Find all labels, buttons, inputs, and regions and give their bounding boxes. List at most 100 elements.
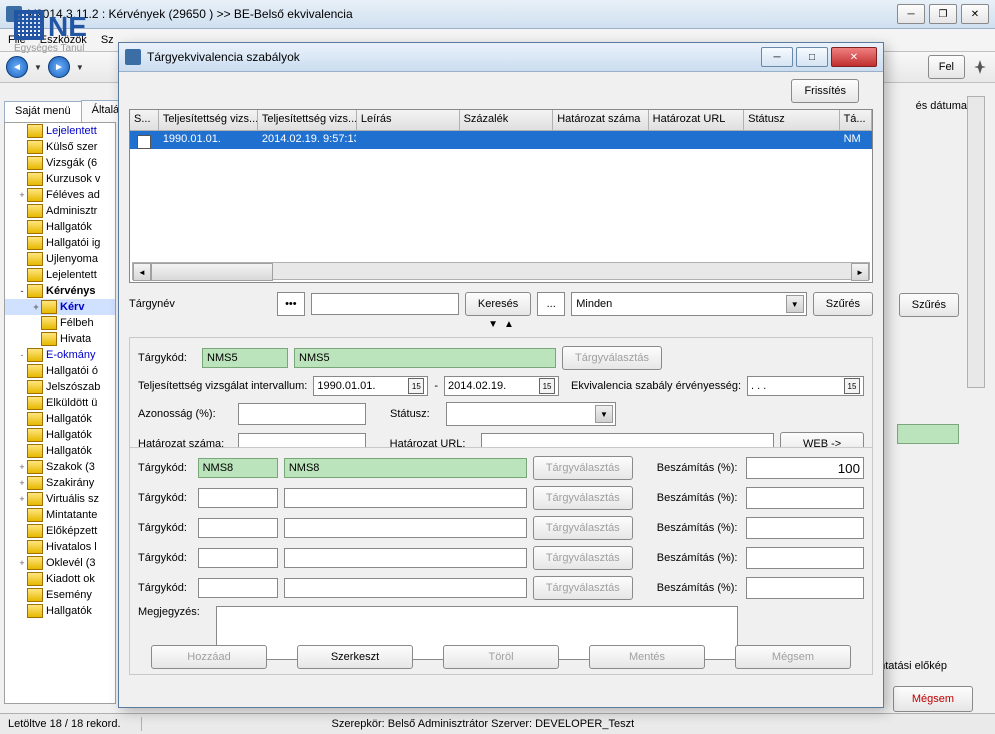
grid-scrollbar-h[interactable]: ◄ ►	[132, 262, 870, 280]
tree-expand-icon[interactable]: +	[31, 302, 41, 312]
search-input[interactable]	[311, 293, 459, 315]
grid-header[interactable]: Leírás	[357, 110, 460, 130]
targyvalasztas-button[interactable]: Tárgyválasztás	[562, 346, 662, 370]
tree-item[interactable]: Hallgatók	[5, 219, 115, 235]
delete-button[interactable]: Töröl	[443, 645, 559, 669]
grid-header[interactable]: Százalék	[460, 110, 554, 130]
calendar-icon[interactable]: 15	[844, 378, 860, 394]
tab-own-menu[interactable]: Saját menü	[4, 101, 82, 123]
targyvalasztas-button[interactable]: Tárgyválasztás	[533, 456, 633, 480]
tree-item[interactable]: Hallgatók	[5, 443, 115, 459]
tree-item[interactable]: Adminisztr	[5, 203, 115, 219]
add-button[interactable]: Hozzáad	[151, 645, 267, 669]
grid-cell[interactable]: 2014.02.19. 9:57:13	[258, 131, 357, 149]
scroll-left-icon[interactable]: ◄	[133, 263, 151, 281]
edit-button[interactable]: Szerkeszt	[297, 645, 413, 669]
targyvalasztas-button[interactable]: Tárgyválasztás	[533, 576, 633, 600]
targyvalasztas-button[interactable]: Tárgyválasztás	[533, 516, 633, 540]
dialog-minimize-button[interactable]: ─	[761, 47, 793, 67]
search-button[interactable]: Keresés	[465, 292, 531, 316]
grid-cell[interactable]	[357, 131, 460, 149]
grid-cell[interactable]	[553, 131, 648, 149]
dialog-maximize-button[interactable]: □	[796, 47, 828, 67]
tree-item[interactable]: -Kérvénys	[5, 283, 115, 299]
minimize-button[interactable]: ─	[897, 4, 925, 24]
tree-item[interactable]: Hallgatók	[5, 427, 115, 443]
tree-item[interactable]: Hivata	[5, 331, 115, 347]
nav-back-drop-icon[interactable]: ▼	[34, 63, 42, 72]
tree-item[interactable]: +Virtuális sz	[5, 491, 115, 507]
grid-cell[interactable]	[744, 131, 839, 149]
tree-item[interactable]: Hallgatói ó	[5, 363, 115, 379]
tree-item[interactable]: Félbeh	[5, 315, 115, 331]
grid-cell[interactable]: 1990.01.01.	[159, 131, 258, 149]
nav-forward-button[interactable]: ►	[48, 56, 70, 78]
target-name[interactable]	[284, 488, 527, 508]
tree-item[interactable]: Esemény	[5, 587, 115, 603]
tree-item[interactable]: +Féléves ad	[5, 187, 115, 203]
target-code[interactable]	[198, 578, 278, 598]
ekv-date-input[interactable]: . . . 15	[747, 376, 864, 396]
tree-item[interactable]: Jelszószab	[5, 379, 115, 395]
grid-header[interactable]: Határozat URL	[649, 110, 744, 130]
tree-expand-icon[interactable]: +	[17, 558, 27, 568]
targyvalasztas-button[interactable]: Tárgyválasztás	[533, 546, 633, 570]
tree-item[interactable]: Hallgatók	[5, 603, 115, 619]
dialog-close-button[interactable]: ✕	[831, 47, 877, 67]
rules-grid[interactable]: S...Teljesítettség vizs...Teljesítettség…	[129, 109, 873, 283]
tree-item[interactable]: +Oklevél (3	[5, 555, 115, 571]
grid-header[interactable]: Teljesítettség vizs...	[258, 110, 357, 130]
tree-item[interactable]: +Szakok (3	[5, 459, 115, 475]
bg-scrollbar-v[interactable]	[967, 96, 985, 388]
tree-item[interactable]: Kiadott ok	[5, 571, 115, 587]
calendar-icon[interactable]: 15	[408, 378, 424, 394]
tree-item[interactable]: Előképzett	[5, 523, 115, 539]
tree-item[interactable]: Külső szer	[5, 139, 115, 155]
grid-cell[interactable]	[130, 131, 159, 149]
tree-item[interactable]: +Kérv	[5, 299, 115, 315]
tree-item[interactable]: Kurzusok v	[5, 171, 115, 187]
collapse-icon[interactable]: ▼	[488, 319, 498, 333]
grid-cell[interactable]	[460, 131, 554, 149]
tree-item[interactable]: Hallgatói ig	[5, 235, 115, 251]
grid-header[interactable]: S...	[130, 110, 159, 130]
save-button[interactable]: Mentés	[589, 645, 705, 669]
calendar-icon[interactable]: 15	[539, 378, 555, 394]
tree-expand-icon[interactable]: +	[17, 494, 27, 504]
nav-back-button[interactable]: ◄	[6, 56, 28, 78]
scroll-thumb[interactable]	[151, 263, 273, 281]
tree-item[interactable]: Mintatante	[5, 507, 115, 523]
tree-expand-icon[interactable]: -	[17, 286, 27, 296]
tree-expand-icon[interactable]: +	[17, 478, 27, 488]
tree-item[interactable]: Elküldött ü	[5, 395, 115, 411]
grid-header[interactable]: Teljesítettség vizs...	[159, 110, 258, 130]
nav-tree[interactable]: LejelentettKülső szerVizsgák (6Kurzusok …	[4, 122, 116, 704]
tree-expand-icon[interactable]: -	[17, 350, 27, 360]
tree-item[interactable]: Ujlenyoma	[5, 251, 115, 267]
cancel-button[interactable]: Mégsem	[735, 645, 851, 669]
date-to-input[interactable]: 2014.02.19. 15	[444, 376, 559, 396]
tree-expand-icon[interactable]: +	[17, 462, 27, 472]
pin-icon[interactable]	[971, 58, 989, 76]
bg-filter-button[interactable]: Szűrés	[899, 293, 959, 317]
grid-header[interactable]: Tá...	[840, 110, 872, 130]
beszamitas-input[interactable]	[746, 577, 864, 599]
beszamitas-input[interactable]	[746, 517, 864, 539]
up-button[interactable]: Fel	[928, 55, 965, 79]
row-checkbox[interactable]	[137, 135, 151, 149]
tree-item[interactable]: Vizsgák (6	[5, 155, 115, 171]
grid-row-selected[interactable]: 1990.01.01.2014.02.19. 9:57:13 NM	[130, 131, 872, 149]
target-code[interactable]	[198, 488, 278, 508]
beszamitas-input[interactable]	[746, 487, 864, 509]
status-select[interactable]: ▼	[446, 402, 616, 426]
menu-sz[interactable]: Sz	[101, 34, 114, 46]
azonossag-input[interactable]	[238, 403, 366, 425]
grid-cell[interactable]: NM	[840, 131, 872, 149]
bg-cancel-button[interactable]: Mégsem	[893, 686, 973, 712]
beszamitas-input[interactable]	[746, 457, 864, 479]
grid-header[interactable]: Határozat száma	[553, 110, 648, 130]
tree-item[interactable]: -E-okmány	[5, 347, 115, 363]
tree-item[interactable]: Hivatalos l	[5, 539, 115, 555]
targyvalasztas-button[interactable]: Tárgyválasztás	[533, 486, 633, 510]
filter-button[interactable]: Szűrés	[813, 292, 873, 316]
